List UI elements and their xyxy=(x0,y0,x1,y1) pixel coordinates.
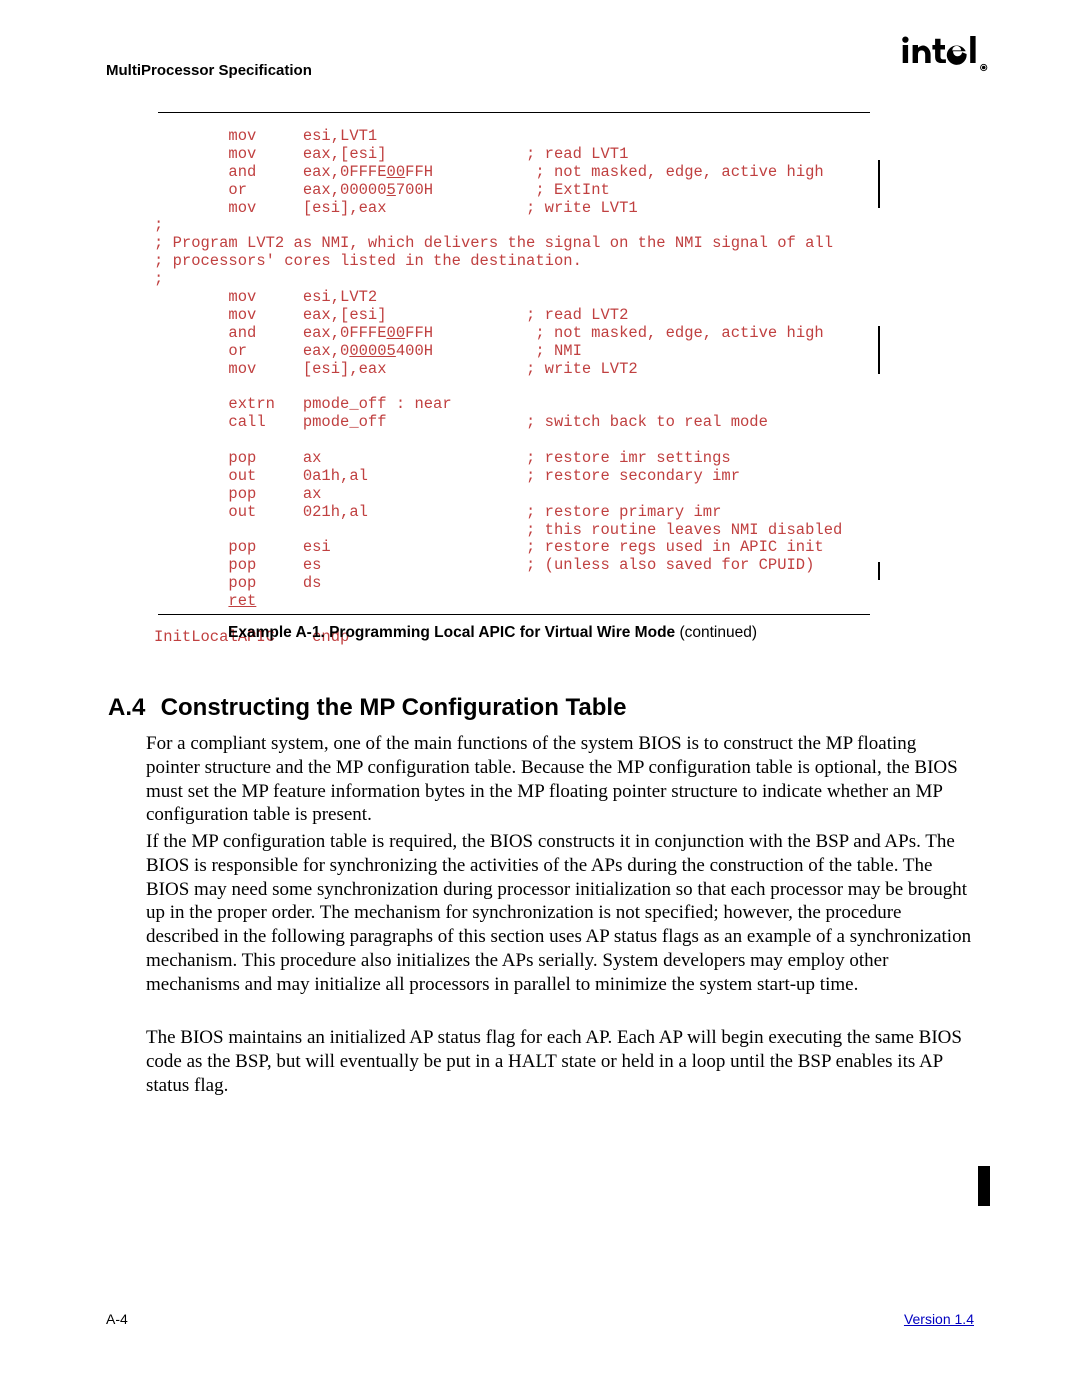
change-bar xyxy=(878,160,880,208)
code-bottom-rule xyxy=(158,614,870,615)
figure-caption: Example A-1. Programming Local APIC for … xyxy=(228,624,870,642)
code-block: mov esi,LVT1 mov eax,[esi] ; read LVT1 a… xyxy=(154,128,842,647)
section-title: Constructing the MP Configuration Table xyxy=(161,694,627,721)
intel-logo xyxy=(900,34,990,74)
running-header: MultiProcessor Specification xyxy=(106,62,974,79)
body-paragraph: The BIOS maintains an initialized AP sta… xyxy=(146,1026,974,1097)
version-link[interactable]: Version 1.4 xyxy=(904,1311,974,1327)
section-heading: A.4 Constructing the MP Configuration Ta… xyxy=(108,694,626,722)
page-number: A-4 xyxy=(106,1311,128,1327)
change-bar xyxy=(878,562,880,580)
page: MultiProcessor Specification mov esi,LVT… xyxy=(0,0,1080,1397)
header-title: MultiProcessor Specification xyxy=(106,62,312,79)
section-number: A.4 xyxy=(108,694,154,722)
body-paragraph: For a compliant system, one of the main … xyxy=(146,732,974,827)
body-paragraph: If the MP configuration table is require… xyxy=(146,830,974,996)
change-bar xyxy=(878,326,880,374)
footer: A-4 Version 1.4 xyxy=(106,1311,974,1327)
change-bar xyxy=(978,1166,990,1206)
code-top-rule xyxy=(158,112,870,113)
